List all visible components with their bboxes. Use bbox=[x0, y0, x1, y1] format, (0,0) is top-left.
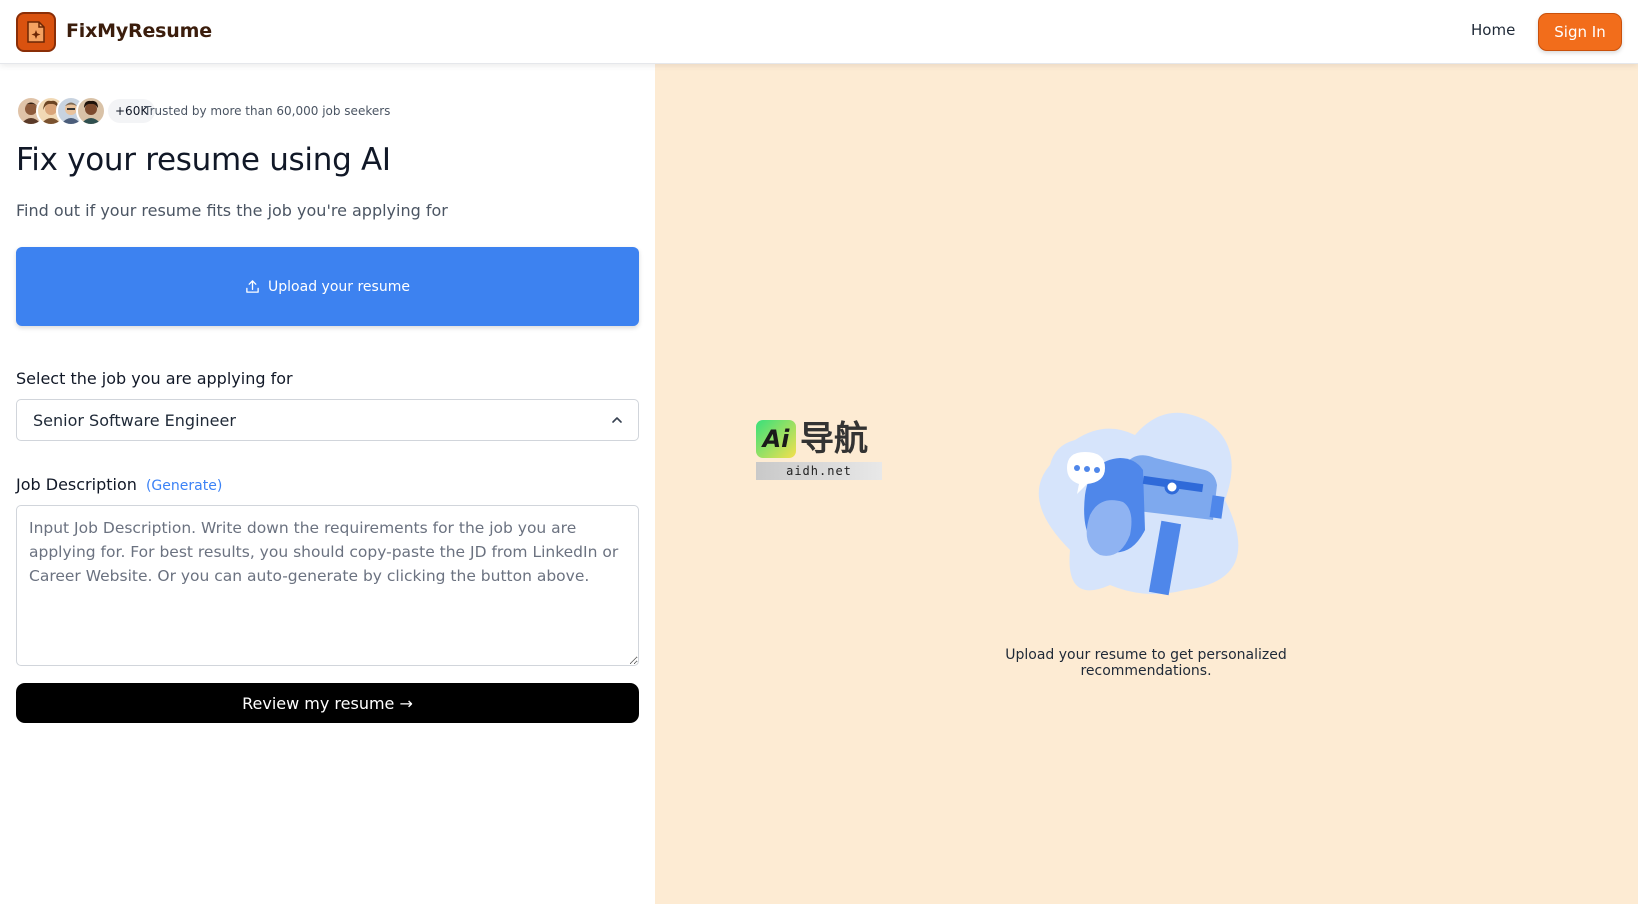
job-description-input[interactable] bbox=[16, 505, 639, 666]
sign-in-button[interactable]: Sign In bbox=[1538, 13, 1622, 51]
brand-logo-icon[interactable] bbox=[16, 12, 56, 52]
chevron-up-icon bbox=[612, 417, 622, 423]
empty-state-message: Upload your resume to get personalized r… bbox=[1005, 647, 1287, 679]
job-description-label-text: Job Description bbox=[16, 475, 137, 494]
user-avatars: +60K bbox=[16, 96, 156, 126]
page-subtitle: Find out if your resume fits the job you… bbox=[16, 201, 448, 220]
job-description-label: Job Description (Generate) bbox=[16, 475, 222, 494]
left-panel: +60K Trusted by more than 60,000 job see… bbox=[0, 64, 655, 904]
generate-link[interactable]: (Generate) bbox=[146, 478, 222, 494]
brand-name[interactable]: FixMyResume bbox=[66, 20, 212, 42]
page-title: Fix your resume using AI bbox=[16, 142, 391, 178]
watermark: Ai 导航 aidh.net bbox=[756, 418, 882, 482]
avatar bbox=[76, 96, 106, 126]
job-select[interactable]: Senior Software Engineer bbox=[16, 399, 639, 441]
nav-home-link[interactable]: Home bbox=[1471, 21, 1515, 39]
mailbox-megaphone-illustration bbox=[1038, 412, 1239, 596]
watermark-url: aidh.net bbox=[756, 462, 882, 480]
job-select-label: Select the job you are applying for bbox=[16, 369, 293, 388]
top-navbar: FixMyResume Home Sign In bbox=[0, 0, 1638, 64]
upload-icon bbox=[246, 280, 259, 293]
watermark-logo-icon: Ai bbox=[756, 420, 796, 458]
job-select-value: Senior Software Engineer bbox=[33, 410, 236, 430]
upload-resume-label: Upload your resume bbox=[268, 278, 410, 295]
watermark-text: 导航 bbox=[800, 419, 868, 459]
upload-resume-button[interactable]: Upload your resume bbox=[16, 247, 639, 326]
review-resume-button[interactable]: Review my resume → bbox=[16, 683, 639, 723]
trusted-text: Trusted by more than 60,000 job seekers bbox=[144, 104, 391, 118]
